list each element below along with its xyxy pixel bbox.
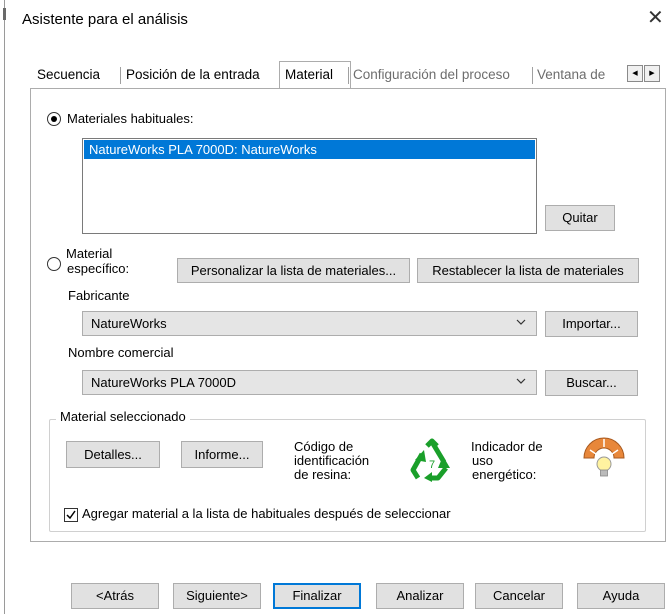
analyze-button[interactable]: Analizar <box>376 583 464 609</box>
trade-name-label: Nombre comercial <box>68 345 174 360</box>
tab-scroll-right-icon[interactable]: ▶ <box>644 65 660 82</box>
energy-label-line1: Indicador de <box>471 439 543 454</box>
report-button[interactable]: Informe... <box>181 441 263 468</box>
specific-material-label-line1: Material <box>66 246 113 261</box>
specific-material-label: Material específico: <box>66 246 129 276</box>
chevron-down-icon <box>516 319 526 325</box>
tab-configuracion-proceso[interactable]: Configuración del proceso <box>353 63 526 88</box>
tab-ventana[interactable]: Ventana de <box>537 63 625 88</box>
manufacturer-label: Fabricante <box>68 288 130 303</box>
window-left-border <box>4 0 5 614</box>
trade-name-select[interactable]: NatureWorks PLA 7000D <box>82 370 537 395</box>
energy-label-line2: uso <box>472 453 493 468</box>
common-materials-list[interactable]: NatureWorks PLA 7000D: NatureWorks <box>82 138 537 234</box>
search-button[interactable]: Buscar... <box>545 370 638 396</box>
reset-list-button[interactable]: Restablecer la lista de materiales <box>417 258 639 283</box>
checkmark-icon <box>66 510 76 520</box>
selected-material-group-label: Material seleccionado <box>56 409 190 424</box>
chevron-down-icon <box>516 378 526 384</box>
common-materials-radio[interactable] <box>47 112 61 126</box>
cancel-button[interactable]: Cancelar <box>475 583 563 609</box>
resin-code-label-line1: Código de <box>294 439 354 454</box>
back-button[interactable]: <Atrás <box>71 583 159 609</box>
trade-name-value: NatureWorks PLA 7000D <box>91 375 236 390</box>
resin-code-label: Código de identificación de resina: <box>294 440 369 482</box>
help-button[interactable]: Ayuda <box>577 583 665 609</box>
manufacturer-value: NatureWorks <box>91 316 167 331</box>
tab-posicion-entrada[interactable]: Posición de la entrada <box>126 63 276 88</box>
details-button[interactable]: Detalles... <box>66 441 160 468</box>
finish-button[interactable]: Finalizar <box>273 583 361 609</box>
tab-scroll-left-icon[interactable]: ◀ <box>627 65 643 82</box>
tab-separator <box>120 67 121 84</box>
specific-material-label-line2: específico: <box>67 261 130 276</box>
tab-separator <box>348 67 349 84</box>
common-materials-label: Materiales habituales: <box>67 111 194 126</box>
window-left-tick <box>3 8 6 20</box>
import-button[interactable]: Importar... <box>545 311 638 337</box>
resin-code-number: 7 <box>429 459 435 471</box>
close-icon[interactable]: ✕ <box>647 6 664 30</box>
next-button[interactable]: Siguiente> <box>173 583 261 609</box>
tab-material[interactable]: Material <box>279 61 351 88</box>
energy-indicator-icon <box>583 437 625 477</box>
recycle-icon: 7 <box>410 438 450 482</box>
add-to-common-checkbox[interactable] <box>64 508 78 522</box>
tab-secuencia[interactable]: Secuencia <box>37 63 123 88</box>
resin-code-label-line2: identificación <box>294 453 370 468</box>
customize-list-button[interactable]: Personalizar la lista de materiales... <box>177 258 410 283</box>
dialog-title: Asistente para el análisis <box>22 11 188 28</box>
specific-material-radio[interactable] <box>47 257 61 271</box>
energy-label-line3: energético: <box>472 467 537 482</box>
resin-code-label-line3: de resina: <box>294 467 352 482</box>
tab-separator <box>532 67 533 84</box>
list-item[interactable]: NatureWorks PLA 7000D: NatureWorks <box>84 140 535 159</box>
add-to-common-label: Agregar material a la lista de habituale… <box>82 506 451 521</box>
remove-button[interactable]: Quitar <box>545 205 615 231</box>
energy-label: Indicador de uso energético: <box>471 440 543 482</box>
tab-strip: Secuencia Posición de la entrada Materia… <box>30 61 666 88</box>
manufacturer-select[interactable]: NatureWorks <box>82 311 537 336</box>
